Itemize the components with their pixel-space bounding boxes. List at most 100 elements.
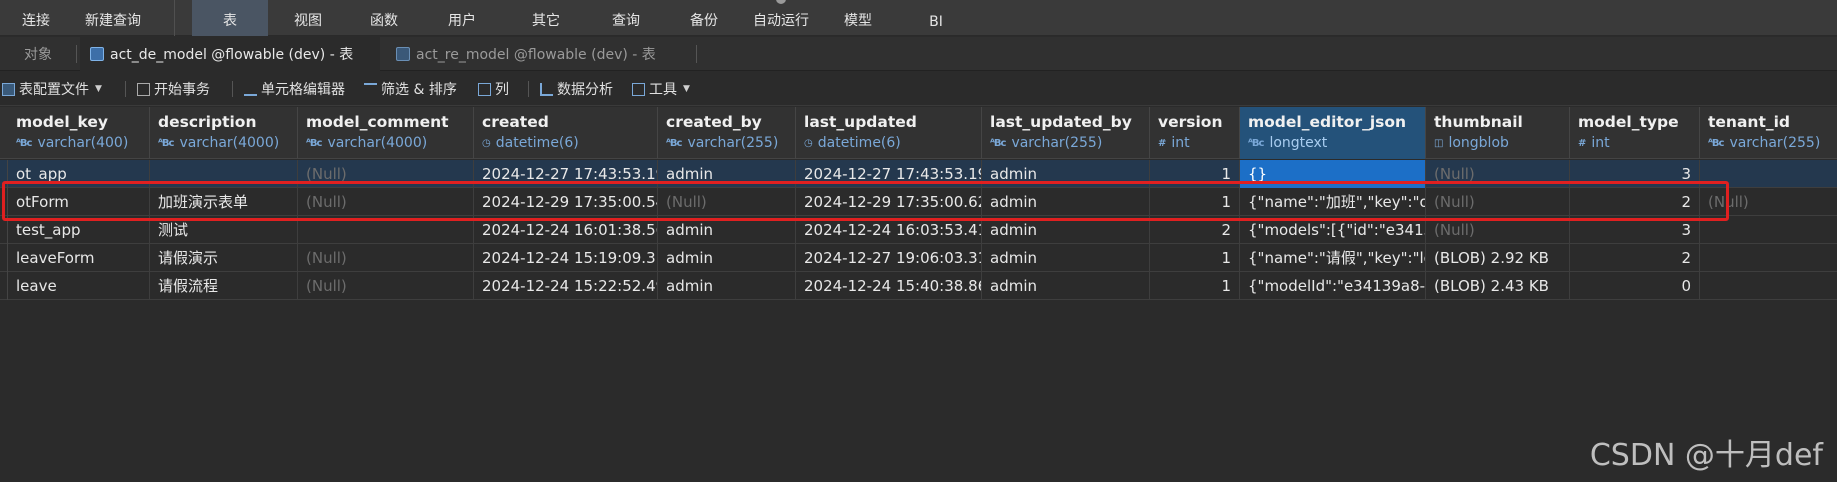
column-header-last-updated[interactable]: last_updated ◷ datetime(6) bbox=[796, 107, 982, 159]
cell-description[interactable]: 测试 bbox=[150, 216, 298, 244]
cell-created[interactable]: 2024-12-24 15:22:52.49 bbox=[474, 272, 658, 300]
cell-model-editor-json[interactable]: {"modelId":"e34139a8-c bbox=[1240, 272, 1426, 300]
cell-model-key[interactable]: ot_app bbox=[8, 160, 150, 188]
cell-model-type[interactable]: 2 bbox=[1570, 188, 1700, 216]
cell-thumbnail[interactable]: (BLOB) 2.92 KB bbox=[1426, 244, 1570, 272]
cell-model-key[interactable]: leave bbox=[8, 272, 150, 300]
cell-model-key[interactable]: test_app bbox=[8, 216, 150, 244]
cell-created[interactable]: 2024-12-29 17:35:00.54 bbox=[474, 188, 658, 216]
cell-model-type[interactable]: 2 bbox=[1570, 244, 1700, 272]
cell-model-type[interactable]: 0 bbox=[1570, 272, 1700, 300]
cell-created[interactable]: 2024-12-27 17:43:53.19 bbox=[474, 160, 658, 188]
cell-model-key[interactable]: otForm bbox=[8, 188, 150, 216]
column-header-model-comment[interactable]: model_comment ᴬBc varchar(4000) bbox=[298, 107, 474, 159]
column-header-model-editor-json[interactable]: model_editor_json ᴬBc longtext bbox=[1240, 107, 1426, 159]
view-button[interactable]: 视图 bbox=[290, 0, 326, 36]
cell-tenant-id[interactable] bbox=[1700, 216, 1837, 244]
cell-last-updated-by[interactable]: admin bbox=[982, 244, 1150, 272]
autorun-button[interactable]: 自动运行 bbox=[748, 0, 814, 36]
table-button[interactable]: 表 bbox=[192, 0, 268, 36]
cell-last-updated[interactable]: 2024-12-29 17:35:00.62 bbox=[796, 188, 982, 216]
cell-version[interactable]: 1 bbox=[1150, 272, 1240, 300]
user-button[interactable]: 用户 bbox=[444, 0, 480, 36]
cell-thumbnail[interactable]: (Null) bbox=[1426, 160, 1570, 188]
cell-last-updated-by[interactable]: admin bbox=[982, 272, 1150, 300]
row-marker[interactable] bbox=[0, 188, 8, 216]
cell-version[interactable]: 1 bbox=[1150, 188, 1240, 216]
cell-model-comment[interactable]: (Null) bbox=[298, 272, 474, 300]
table-row[interactable]: leaveForm 请假演示 (Null) 2024-12-24 15:19:0… bbox=[0, 244, 1837, 272]
tools-button[interactable]: 工具 ▼ bbox=[632, 72, 690, 106]
cell-description[interactable]: 请假演示 bbox=[150, 244, 298, 272]
cell-model-editor-json[interactable]: {"models":[{"id":"e3413 bbox=[1240, 216, 1426, 244]
column-header-created[interactable]: created ◷ datetime(6) bbox=[474, 107, 658, 159]
cell-created[interactable]: 2024-12-24 16:01:38.56 bbox=[474, 216, 658, 244]
column-header-model-type[interactable]: model_type # int bbox=[1570, 107, 1700, 159]
cell-version[interactable]: 2 bbox=[1150, 216, 1240, 244]
tab-objects[interactable]: 对象 bbox=[14, 37, 62, 71]
cell-model-comment[interactable]: (Null) bbox=[298, 160, 474, 188]
tab-act-re-model[interactable]: act_re_model @flowable (dev) - 表 bbox=[386, 37, 696, 71]
cell-thumbnail[interactable]: (BLOB) 2.43 KB bbox=[1426, 272, 1570, 300]
cell-model-editor-json[interactable]: {"name":"请假","key":"le bbox=[1240, 244, 1426, 272]
cell-last-updated[interactable]: 2024-12-27 19:06:03.31 bbox=[796, 244, 982, 272]
backup-button[interactable]: 备份 bbox=[686, 0, 722, 36]
cell-model-comment[interactable] bbox=[298, 216, 474, 244]
cell-version[interactable]: 1 bbox=[1150, 160, 1240, 188]
cell-description[interactable]: 请假流程 bbox=[150, 272, 298, 300]
cell-last-updated-by[interactable]: admin bbox=[982, 216, 1150, 244]
cell-model-editor-json[interactable]: {} bbox=[1240, 160, 1426, 188]
begin-transaction-button[interactable]: 开始事务 bbox=[137, 72, 210, 106]
new-query-button[interactable]: 新建查询 bbox=[78, 0, 148, 36]
cell-last-updated[interactable]: 2024-12-24 16:03:53.41 bbox=[796, 216, 982, 244]
table-row[interactable]: otForm 加班演示表单 (Null) 2024-12-29 17:35:00… bbox=[0, 188, 1837, 216]
cell-created-by[interactable]: admin bbox=[658, 272, 796, 300]
cell-created-by[interactable]: admin bbox=[658, 216, 796, 244]
cell-editor-button[interactable]: 单元格编辑器 bbox=[244, 72, 345, 106]
cell-tenant-id[interactable] bbox=[1700, 244, 1837, 272]
table-config-button[interactable]: 表配置文件 ▼ bbox=[2, 72, 102, 106]
column-header-tenant-id[interactable]: tenant_id ᴬBc varchar(255) bbox=[1700, 107, 1837, 159]
cell-description[interactable] bbox=[150, 160, 298, 188]
row-marker[interactable] bbox=[0, 244, 8, 272]
cell-created-by[interactable]: admin bbox=[658, 160, 796, 188]
row-marker[interactable] bbox=[0, 272, 8, 300]
cell-thumbnail[interactable]: (Null) bbox=[1426, 216, 1570, 244]
cell-tenant-id[interactable] bbox=[1700, 272, 1837, 300]
query-button[interactable]: 查询 bbox=[608, 0, 644, 36]
cell-model-editor-json[interactable]: {"name":"加班","key":"ot bbox=[1240, 188, 1426, 216]
cell-description[interactable]: 加班演示表单 bbox=[150, 188, 298, 216]
filter-sort-button[interactable]: 筛选 & 排序 bbox=[364, 72, 457, 106]
table-row[interactable]: ot_app (Null) 2024-12-27 17:43:53.19 adm… bbox=[0, 160, 1837, 188]
connect-button[interactable]: 连接 bbox=[18, 0, 54, 36]
cell-thumbnail[interactable]: (Null) bbox=[1426, 188, 1570, 216]
cell-model-comment[interactable]: (Null) bbox=[298, 244, 474, 272]
column-header-created-by[interactable]: created_by ᴬBc varchar(255) bbox=[658, 107, 796, 159]
column-header-description[interactable]: description ᴬBc varchar(4000) bbox=[150, 107, 298, 159]
column-header-model-key[interactable]: model_key ᴬBc varchar(400) bbox=[8, 107, 150, 159]
cell-last-updated[interactable]: 2024-12-27 17:43:53.19 bbox=[796, 160, 982, 188]
row-marker[interactable] bbox=[0, 160, 8, 188]
cell-created-by[interactable]: (Null) bbox=[658, 188, 796, 216]
bi-button[interactable]: BI bbox=[925, 0, 947, 36]
column-header-last-updated-by[interactable]: last_updated_by ᴬBc varchar(255) bbox=[982, 107, 1150, 159]
table-row[interactable]: test_app 测试 2024-12-24 16:01:38.56 admin… bbox=[0, 216, 1837, 244]
cell-created-by[interactable]: admin bbox=[658, 244, 796, 272]
function-button[interactable]: 函数 bbox=[366, 0, 402, 36]
other-button[interactable]: 其它 bbox=[528, 0, 564, 36]
cell-created[interactable]: 2024-12-24 15:19:09.31 bbox=[474, 244, 658, 272]
model-button[interactable]: 模型 bbox=[840, 0, 876, 36]
cell-version[interactable]: 1 bbox=[1150, 244, 1240, 272]
tab-act-de-model[interactable]: act_de_model @flowable (dev) - 表 bbox=[80, 37, 380, 71]
cell-last-updated[interactable]: 2024-12-24 15:40:38.86 bbox=[796, 272, 982, 300]
columns-button[interactable]: 列 bbox=[478, 72, 509, 106]
cell-last-updated-by[interactable]: admin bbox=[982, 188, 1150, 216]
data-analysis-button[interactable]: 数据分析 bbox=[540, 72, 613, 106]
cell-tenant-id[interactable] bbox=[1700, 160, 1837, 188]
cell-model-key[interactable]: leaveForm bbox=[8, 244, 150, 272]
cell-model-comment[interactable]: (Null) bbox=[298, 188, 474, 216]
table-row[interactable]: leave 请假流程 (Null) 2024-12-24 15:22:52.49… bbox=[0, 272, 1837, 300]
cell-model-type[interactable]: 3 bbox=[1570, 160, 1700, 188]
row-marker[interactable] bbox=[0, 216, 8, 244]
cell-last-updated-by[interactable]: admin bbox=[982, 160, 1150, 188]
